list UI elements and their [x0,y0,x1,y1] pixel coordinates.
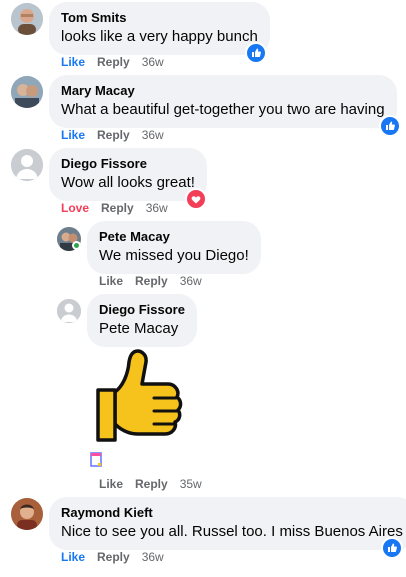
comment-author[interactable]: Raymond Kieft [61,505,403,521]
like-icon[interactable] [379,115,401,137]
avatar[interactable] [11,149,43,181]
thumbs-up-sticker[interactable] [94,348,190,448]
online-status-indicator [72,241,81,250]
love-icon[interactable] [185,188,207,210]
timestamp[interactable]: 36w [180,273,202,289]
comment-text: looks like a very happy bunch [61,28,258,45]
like-icon[interactable] [245,42,267,64]
comment-author[interactable]: Tom Smits [61,10,258,26]
avatar[interactable] [57,299,81,323]
love-button[interactable]: Love [61,200,89,216]
comment-bubble: Raymond Kieft Nice to see you all. Russe… [49,497,406,550]
comment-author[interactable]: Mary Macay [61,83,385,99]
reply-button[interactable]: Reply [97,54,130,70]
reply-button[interactable]: Reply [135,273,168,289]
like-button[interactable]: Like [61,549,85,565]
comment-text: What a beautiful get-together you two ar… [61,101,385,118]
like-button[interactable]: Like [61,127,85,143]
comment-text: Nice to see you all. Russel too. I miss … [61,523,403,540]
like-icon[interactable] [381,537,403,559]
comment-bubble: Tom Smits looks like a very happy bunch [49,2,270,55]
timestamp[interactable]: 36w [142,54,164,70]
comment-bubble: Pete Macay We missed you Diego! [87,221,261,274]
avatar[interactable] [11,3,43,35]
comment-text: We missed you Diego! [99,247,249,264]
comment-bubble: Diego Fissore Pete Macay [87,294,197,347]
like-button[interactable]: Like [99,476,123,492]
comment-author[interactable]: Pete Macay [99,229,249,245]
comment-actions: Like Reply 36w [61,127,176,143]
comment-actions: Love Reply 36w [61,200,180,216]
comment-actions: Like Reply 36w [61,54,176,70]
timestamp[interactable]: 35w [180,476,202,492]
comment-text: Wow all looks great! [61,174,195,191]
avatar[interactable] [11,498,43,530]
comment-actions: Like Reply 36w [61,549,176,565]
sticker-icon [90,452,102,467]
mention-tag[interactable]: Pete Macay [99,319,185,339]
timestamp[interactable]: 36w [146,200,168,216]
reply-button[interactable]: Reply [97,549,130,565]
reply-button[interactable]: Reply [135,476,168,492]
avatar[interactable] [11,76,43,108]
reply-button[interactable]: Reply [101,200,134,216]
timestamp[interactable]: 36w [142,127,164,143]
like-button[interactable]: Like [99,273,123,289]
comment-bubble: Diego Fissore Wow all looks great! [49,148,207,201]
comment-actions: Like Reply 35w [99,476,214,492]
comment-bubble: Mary Macay What a beautiful get-together… [49,75,397,128]
timestamp[interactable]: 36w [142,549,164,565]
comment-actions: Like Reply 36w [99,273,214,289]
reply-button[interactable]: Reply [97,127,130,143]
comment-author[interactable]: Diego Fissore [99,302,185,318]
like-button[interactable]: Like [61,54,85,70]
comment-author[interactable]: Diego Fissore [61,156,195,172]
